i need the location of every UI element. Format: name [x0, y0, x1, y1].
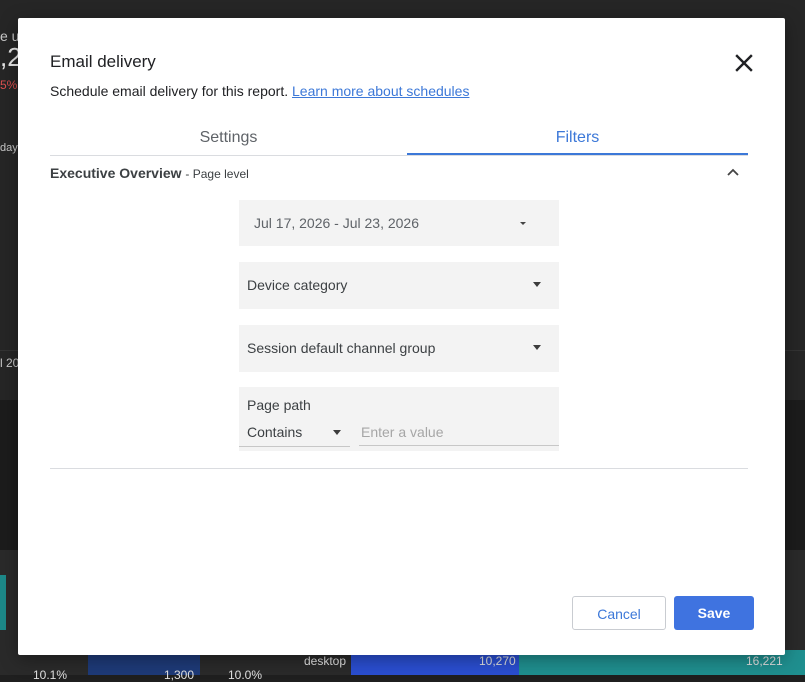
date-range-value: Jul 17, 2026 - Jul 23, 2026: [254, 215, 420, 231]
tab-filters[interactable]: Filters: [407, 123, 748, 155]
page-path-filter: Page path Contains: [239, 387, 559, 451]
cell-value-2: 16,221: [746, 654, 783, 668]
cell-device: desktop: [304, 654, 347, 668]
device-category-label: Device category: [247, 277, 348, 293]
dropdown-arrow-icon: [533, 282, 541, 287]
cancel-button[interactable]: Cancel: [572, 596, 666, 630]
page-path-operator-select[interactable]: Contains: [239, 419, 350, 447]
page-path-operator-value: Contains: [247, 424, 303, 440]
cell-pct-mid: 10.0%: [228, 668, 263, 682]
dialog-subtitle: Schedule email delivery for this report.…: [50, 83, 469, 99]
cell-value-mid: 1,300: [164, 668, 195, 682]
dropdown-arrow-icon: [533, 345, 541, 350]
page-name: Executive Overview: [50, 165, 182, 181]
learn-more-link[interactable]: Learn more about schedules: [292, 83, 469, 99]
cell-pct-left: 10.1%: [33, 668, 68, 682]
dropdown-arrow-icon: [520, 222, 526, 225]
collapse-section-button[interactable]: [723, 163, 743, 183]
dialog-subtitle-text: Schedule email delivery for this report.: [50, 83, 289, 99]
date-range-select[interactable]: Jul 17, 2026 - Jul 23, 2026: [239, 200, 559, 246]
email-delivery-dialog: Email delivery Schedule email delivery f…: [18, 18, 785, 655]
cell-value-1: 10,270: [479, 654, 516, 668]
page-path-label: Page path: [247, 397, 311, 413]
dropdown-arrow-icon: [333, 430, 341, 435]
save-button[interactable]: Save: [674, 596, 754, 630]
dialog-title: Email delivery: [50, 52, 156, 71]
active-tab-indicator: [407, 153, 748, 155]
channel-group-select[interactable]: Session default channel group: [239, 325, 559, 372]
close-icon: [735, 54, 753, 72]
tab-bar: Settings Filters: [50, 123, 748, 156]
tab-settings[interactable]: Settings: [50, 123, 407, 155]
channel-group-label: Session default channel group: [247, 340, 436, 356]
axis-date-partial: l 20: [0, 356, 20, 370]
section-divider: [50, 468, 748, 469]
page-level-text: - Page level: [185, 167, 249, 181]
device-category-select[interactable]: Device category: [239, 262, 559, 309]
page-filter-section-header: Executive Overview - Page level: [50, 165, 249, 181]
page-path-value-input[interactable]: [359, 419, 559, 446]
metric-change-partial: 5%: [0, 78, 18, 92]
chevron-up-icon: [727, 168, 739, 176]
bar-fragment: [0, 575, 6, 630]
close-button[interactable]: [731, 50, 757, 76]
